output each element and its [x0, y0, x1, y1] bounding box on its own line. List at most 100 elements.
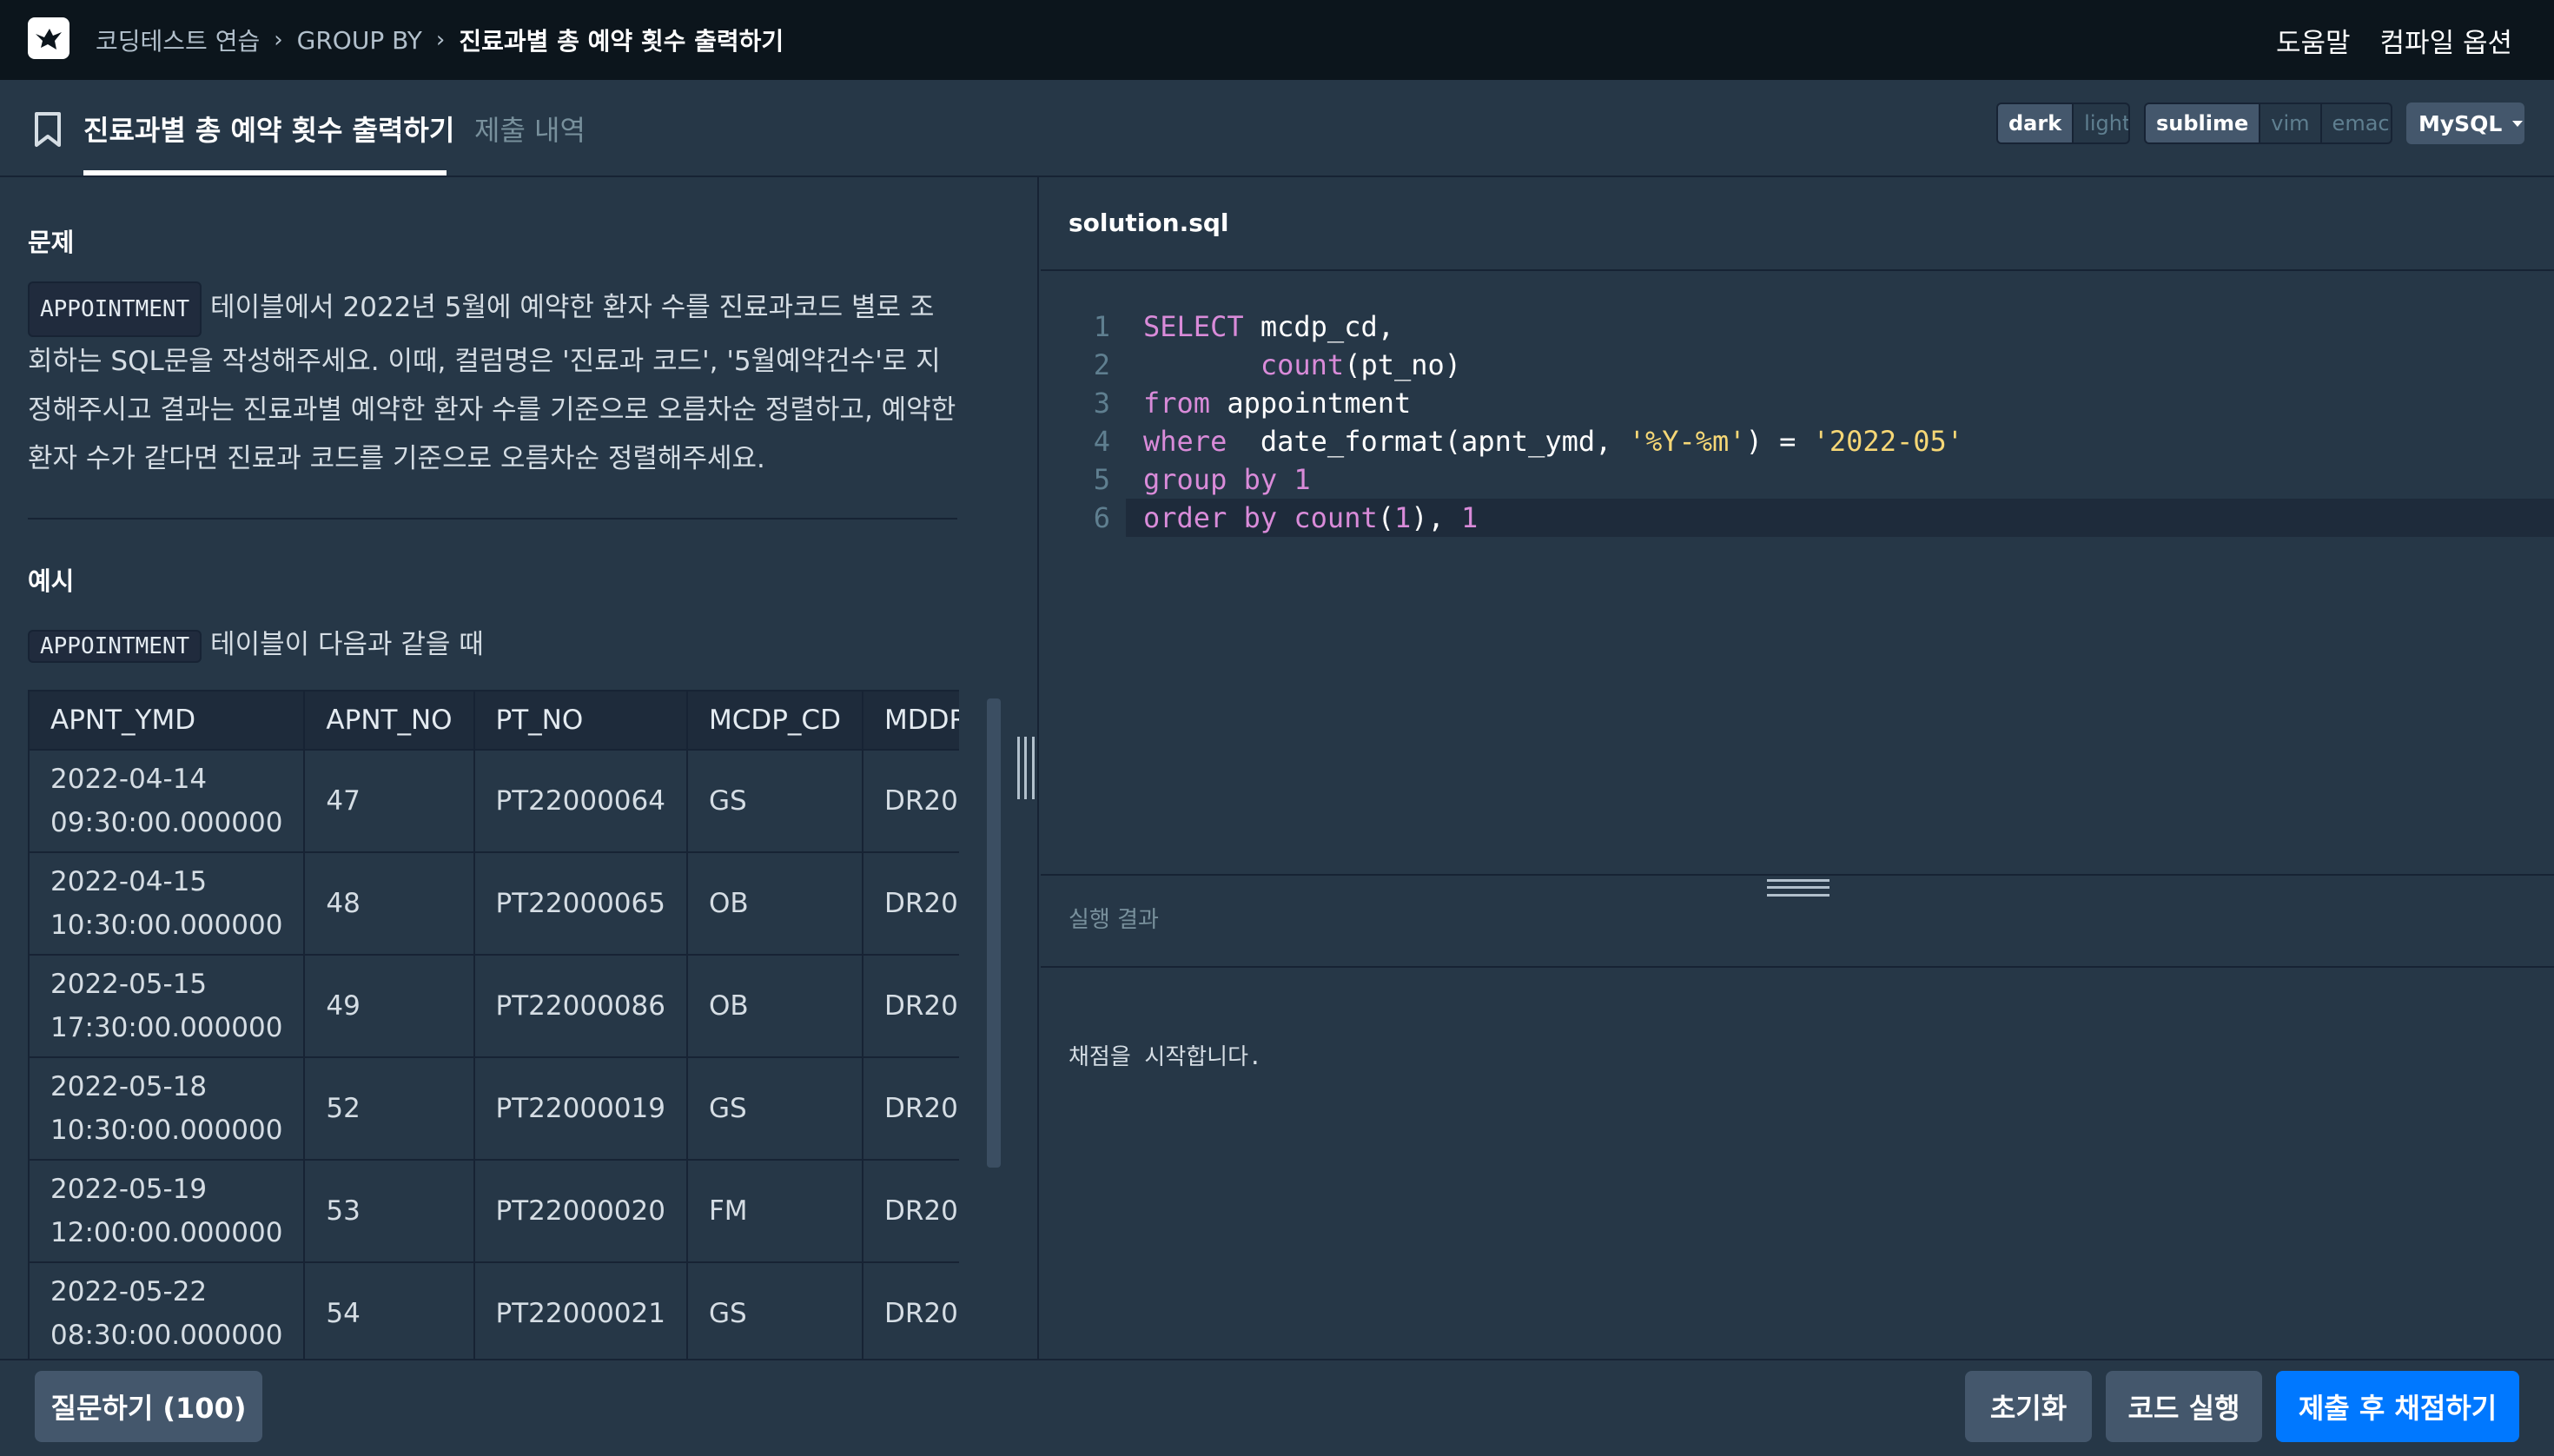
- code-line: 1 SELECT mcdp_cd,: [1041, 308, 2554, 346]
- line-number: 2: [1093, 348, 1110, 381]
- line-number: 5: [1093, 463, 1110, 496]
- tab-problem[interactable]: 진료과별 총 예약 횟수 출력하기: [83, 80, 454, 177]
- table-row: 2022-05-22 08:30:00.000000 54 PT22000021 GS D…: [28, 1261, 959, 1359]
- keymap-toggle: sublime vim emacs: [2144, 103, 2392, 144]
- table-row: 2022-05-19 12:00:00.000000 53 PT22000020 FM D…: [28, 1159, 959, 1263]
- code-text: count(pt_no): [1260, 348, 1462, 381]
- code-editor[interactable]: 1 SELECT mcdp_cd, 2 count(pt_no) 3 from …: [1041, 271, 2554, 874]
- table-cell: 49: [303, 954, 475, 1058]
- table-cell: 53: [303, 1159, 475, 1263]
- table-cell: GS: [685, 749, 863, 853]
- active-tab-indicator: [83, 170, 447, 175]
- table-cell: PT22000086: [473, 954, 688, 1058]
- table-name-chip: APPOINTMENT: [28, 630, 202, 663]
- table-cell: 2022-05-19 12:00:00.000000: [28, 1159, 306, 1263]
- table-cell: 47: [303, 749, 475, 853]
- column-header: APNT_NO: [303, 690, 475, 751]
- table-name-chip: APPOINTMENT: [28, 281, 202, 337]
- code-text: SELECT mcdp_cd,: [1143, 310, 1394, 343]
- column-header: MCDP_CD: [685, 690, 863, 751]
- line-number: 1: [1093, 310, 1110, 343]
- reset-button[interactable]: 초기화: [1965, 1371, 2092, 1442]
- tab-submissions[interactable]: 제출 내역: [474, 80, 586, 177]
- breadcrumb-current: 진료과별 총 예약 횟수 출력하기: [459, 27, 784, 56]
- table-cell: 2022-04-14 09:30:00.000000: [28, 749, 306, 853]
- code-text: from appointment: [1143, 387, 1412, 420]
- programmers-logo-icon[interactable]: [28, 17, 69, 59]
- table-cell: DR201: [861, 1056, 959, 1161]
- column-header: PT_NO: [473, 690, 688, 751]
- table-cell: DR200: [861, 1159, 959, 1263]
- table-cell: 48: [303, 851, 475, 956]
- code-line: 3 from appointment: [1041, 384, 2554, 422]
- problem-description: APPOINTMENT 테이블에서 2022년 5월에 예약한 환자 수를 진료…: [28, 281, 957, 483]
- breadcrumb-item-group-by[interactable]: GROUP BY: [297, 26, 422, 55]
- table-cell: PT22000021: [473, 1261, 688, 1359]
- language-label: MySQL: [2418, 110, 2503, 136]
- table-cell: GS: [685, 1056, 863, 1161]
- example-table-container[interactable]: APNT_YMD APNT_NO PT_NO MCDP_CD MDDR 2022…: [28, 690, 959, 1359]
- section-divider: [28, 518, 957, 520]
- panel-scrollbar[interactable]: [987, 698, 1001, 1168]
- table-row: 2022-05-18 10:30:00.000000 52 PT22000019 GS D…: [28, 1056, 959, 1161]
- table-row: 2022-05-15 17:30:00.000000 49 PT22000086 OB D…: [28, 954, 959, 1058]
- breadcrumb: 코딩테스트 연습 › GROUP BY › 진료과별 총 예약 횟수 출력하기: [96, 0, 784, 80]
- editor-filename: solution.sql: [1069, 208, 1229, 237]
- table-cell: DR201: [861, 851, 959, 956]
- table-header-row: APNT_YMD APNT_NO PT_NO MCDP_CD MDDR: [28, 690, 959, 751]
- column-header: APNT_YMD: [28, 690, 306, 751]
- bookmark-icon[interactable]: [33, 111, 63, 148]
- result-heading: 실행 결과: [1069, 907, 1159, 933]
- table-cell: 54: [303, 1261, 475, 1359]
- table-cell: 2022-04-15 10:30:00.000000: [28, 851, 306, 956]
- code-line: 6 order by count(1), 1: [1041, 499, 2554, 537]
- top-bar: 코딩테스트 연습 › GROUP BY › 진료과별 총 예약 횟수 출력하기 …: [0, 0, 2554, 80]
- table-cell: 52: [303, 1056, 475, 1161]
- code-line: 2 count(pt_no): [1041, 346, 2554, 384]
- code-line: 4 where date_format(apnt_ymd, '%Y-%m') =…: [1041, 422, 2554, 460]
- problem-heading: 문제: [28, 228, 75, 257]
- code-line: 5 group by 1: [1041, 460, 2554, 499]
- theme-dark-option[interactable]: dark: [1998, 104, 2073, 142]
- horizontal-splitter-handle[interactable]: [1767, 879, 1829, 897]
- table-cell: PT22000065: [473, 851, 688, 956]
- language-select[interactable]: MySQL: [2406, 103, 2524, 144]
- help-link[interactable]: 도움말: [2276, 21, 2351, 60]
- theme-light-option[interactable]: light: [2072, 104, 2128, 142]
- keymap-emacs-option[interactable]: emacs: [2319, 104, 2391, 142]
- editor-header: solution.sql: [1041, 177, 2554, 271]
- run-code-button[interactable]: 코드 실행: [2106, 1371, 2262, 1442]
- chevron-right-icon: ›: [435, 27, 446, 53]
- vertical-splitter-handle[interactable]: [1017, 737, 1035, 799]
- result-message: 채점을 시작합니다.: [1069, 1044, 1262, 1070]
- table-cell: OB: [685, 954, 863, 1058]
- code-text: order by count(1), 1: [1143, 501, 1479, 534]
- table-cell: 2022-05-15 17:30:00.000000: [28, 954, 306, 1058]
- example-description: APPOINTMENT 테이블이 다음과 같을 때: [28, 622, 484, 663]
- example-heading: 예시: [28, 566, 75, 596]
- theme-toggle: dark light: [1996, 103, 2130, 144]
- table-cell: DR201: [861, 1261, 959, 1359]
- table-cell: FM: [685, 1159, 863, 1263]
- table-cell: DR201: [861, 954, 959, 1058]
- submit-button[interactable]: 제출 후 채점하기: [2276, 1371, 2519, 1442]
- table-cell: 2022-05-22 08:30:00.000000: [28, 1261, 306, 1359]
- table-cell: OB: [685, 851, 863, 956]
- table-cell: 2022-05-18 10:30:00.000000: [28, 1056, 306, 1161]
- question-button[interactable]: 질문하기 (100): [35, 1371, 262, 1442]
- table-cell: GS: [685, 1261, 863, 1359]
- example-table: APNT_YMD APNT_NO PT_NO MCDP_CD MDDR 2022…: [28, 690, 959, 1359]
- keymap-vim-option[interactable]: vim: [2259, 104, 2319, 142]
- code-text: group by 1: [1143, 463, 1311, 496]
- editor-result-divider: [1041, 874, 2554, 876]
- top-nav: 도움말 컴파일 옵션: [2276, 0, 2512, 80]
- result-divider: [1041, 966, 2554, 968]
- keymap-sublime-option[interactable]: sublime: [2146, 104, 2260, 142]
- compile-options-link[interactable]: 컴파일 옵션: [2380, 21, 2512, 60]
- line-number: 4: [1093, 425, 1110, 458]
- table-cell: PT22000020: [473, 1159, 688, 1263]
- column-header: MDDR: [861, 690, 959, 751]
- table-cell: PT22000064: [473, 749, 688, 853]
- breadcrumb-item-practice[interactable]: 코딩테스트 연습: [96, 23, 260, 57]
- example-text: 테이블이 다음과 같을 때: [210, 629, 484, 660]
